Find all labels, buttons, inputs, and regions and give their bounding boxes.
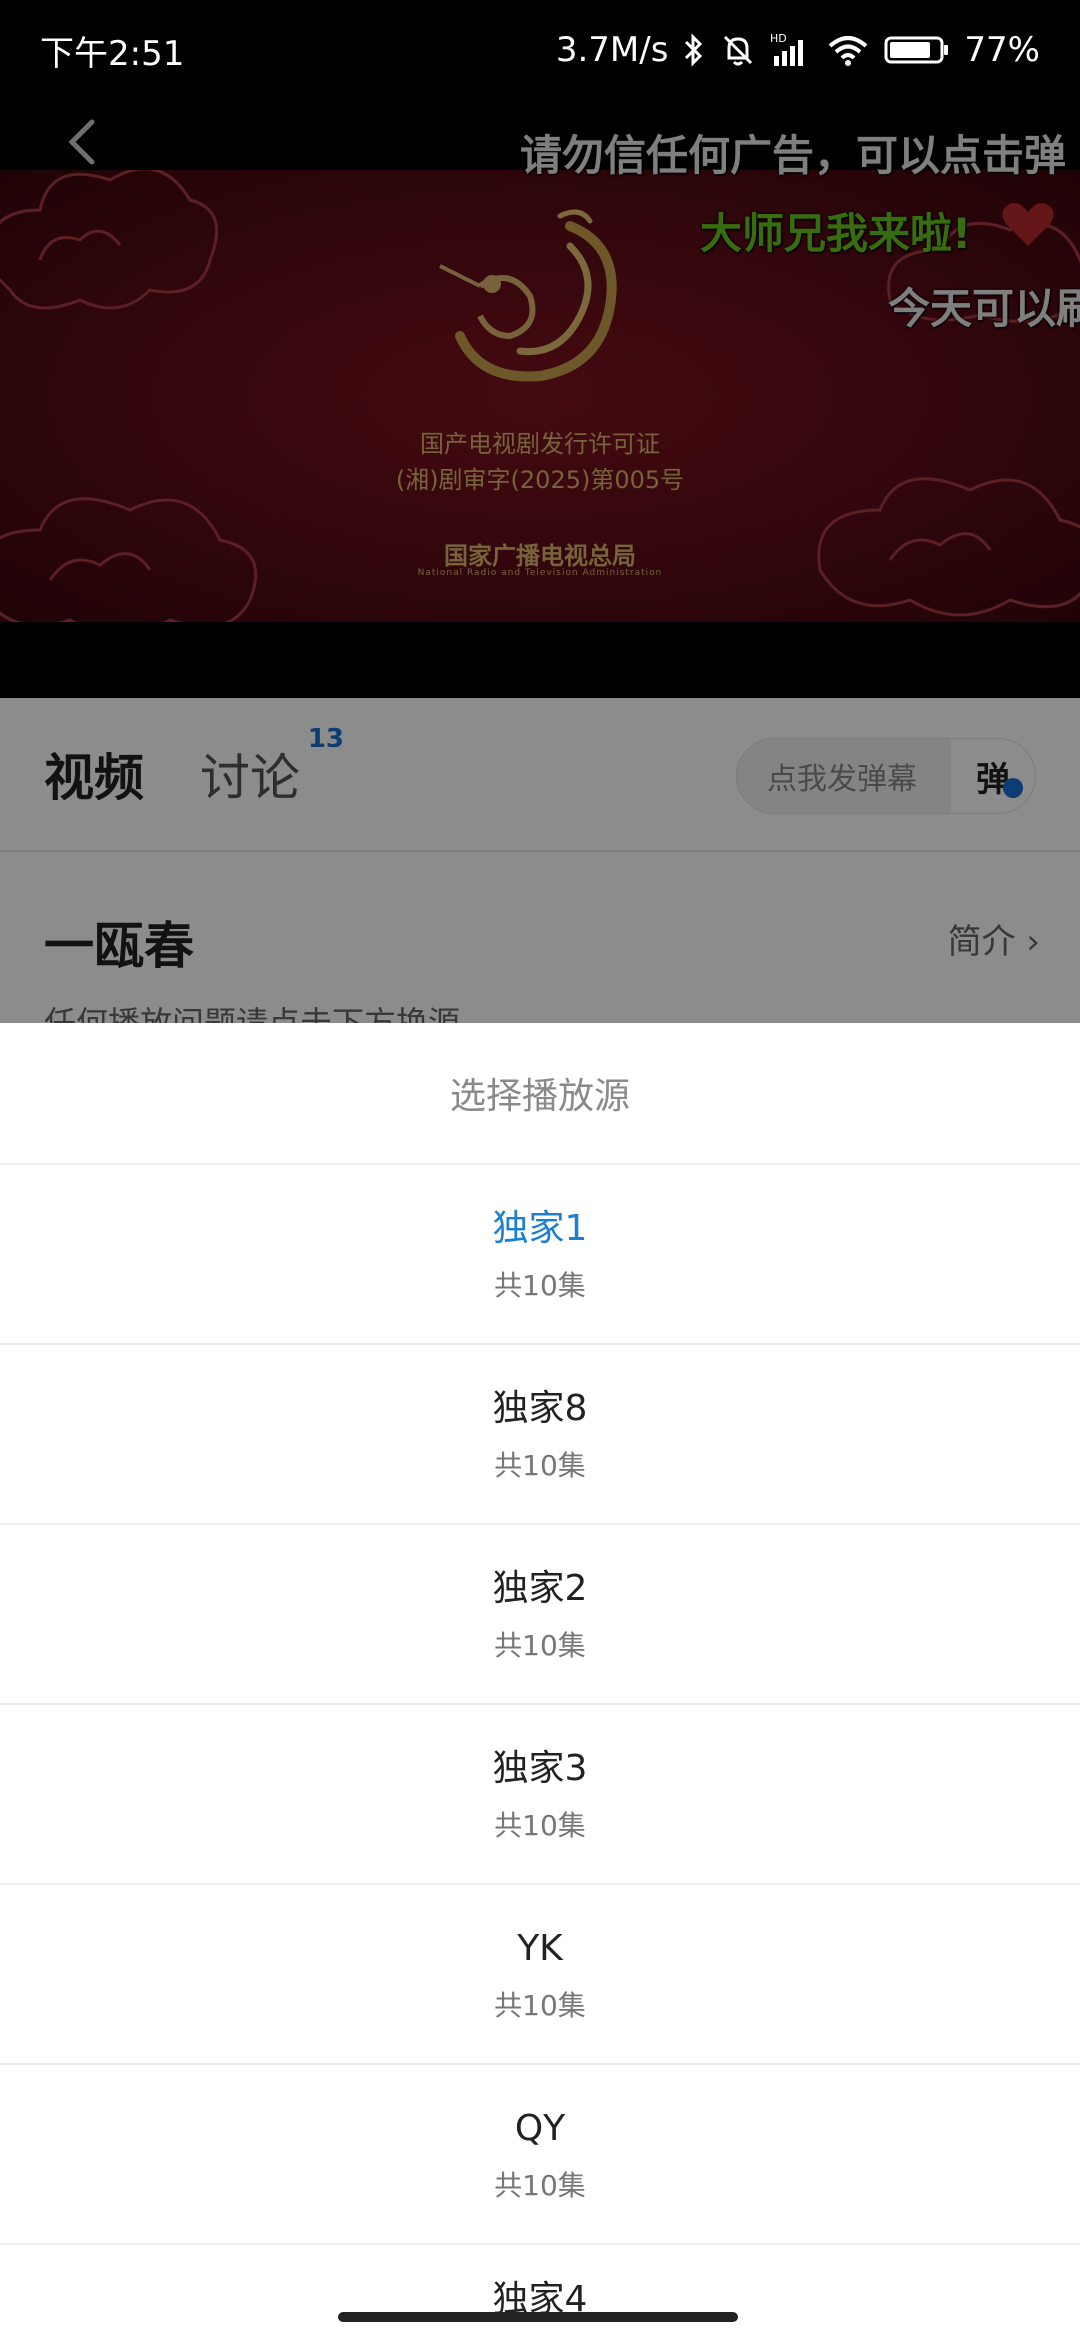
source-item[interactable]: 独家3 共10集 [0,1705,1080,1885]
sheet-title: 选择播放源 [0,1023,1080,1165]
wifi-icon [826,32,870,68]
source-name: QY [514,2108,566,2149]
source-item[interactable]: YK 共10集 [0,1885,1080,2065]
home-indicator[interactable] [338,2312,738,2322]
battery-icon [884,34,950,66]
bell-off-icon [720,32,756,68]
source-item[interactable]: 独家1 共10集 [0,1165,1080,1345]
battery-percent: 77% [964,30,1040,70]
bluetooth-icon [682,32,706,68]
source-name: 独家3 [492,1748,588,1789]
source-name: 独家2 [492,1568,588,1609]
episode-count: 共10集 [494,1269,586,1302]
source-item[interactable]: 独家2 共10集 [0,1525,1080,1705]
source-name: 独家1 [492,1208,588,1249]
source-list: 独家1 共10集 独家8 共10集 独家2 共10集 独家3 共10集 YK 共10集 QY 共10集… [0,1165,1080,2335]
status-bar: 下午2:51 3.7M/s HD 77% [0,0,1080,100]
status-icons: 3.7M/s HD 77% [556,30,1040,70]
episode-count: 共10集 [494,1989,586,2022]
source-item[interactable]: 独家8 共10集 [0,1345,1080,1525]
source-name: 独家8 [492,1388,588,1429]
episode-count: 共10集 [494,1449,586,1482]
episode-count: 共10集 [494,1629,586,1662]
source-item[interactable]: QY 共10集 [0,2065,1080,2245]
signal-icon: HD [770,32,812,68]
hd-label: HD [770,32,787,45]
source-name: YK [517,1928,563,1969]
episode-count: 共10集 [494,1809,586,1842]
net-speed: 3.7M/s [555,30,669,70]
status-time: 下午2:51 [40,33,185,74]
app-screen: 下午2:51 3.7M/s HD 77% 国产电视剧发行许可证 (湘)剧审字(2… [0,0,1080,2340]
source-picker-sheet: 选择播放源 独家1 共10集 独家8 共10集 独家2 共10集 独家3 共10集 YK 共10集… [0,1023,1080,2340]
episode-count: 共10集 [494,2169,586,2202]
